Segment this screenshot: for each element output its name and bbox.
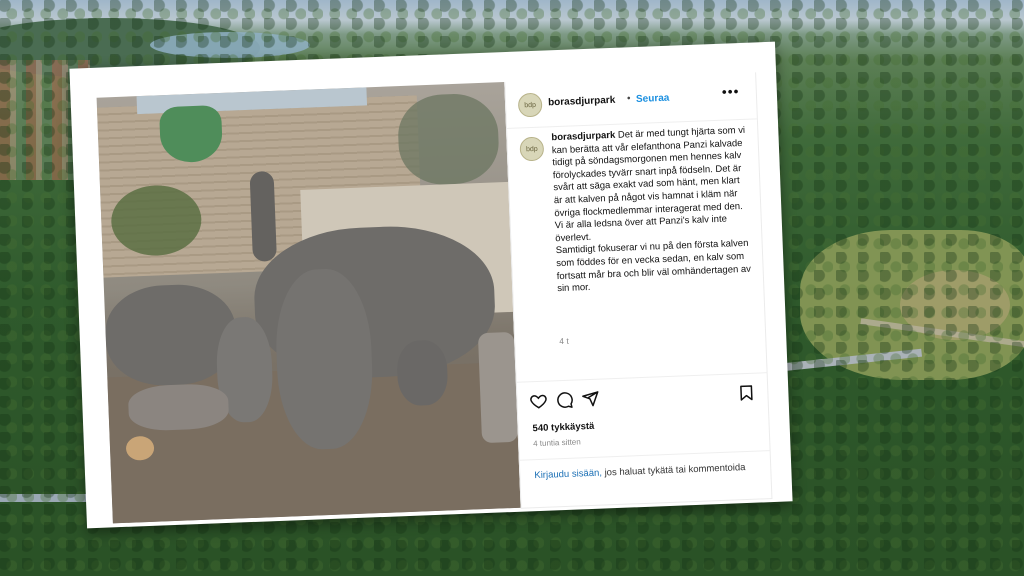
caption-avatar[interactable]: bdp: [519, 136, 545, 162]
login-prompt-rest: jos haluat tykätä tai kommentoida: [601, 462, 746, 479]
post-caption: borasdjurpark Det är med tungt hjärta so…: [551, 125, 753, 296]
bookmark-icon[interactable]: [737, 384, 756, 403]
header-separator: •: [626, 93, 631, 105]
photo-post: [477, 331, 519, 444]
photo-elephant-baby: [396, 339, 449, 407]
comment-icon[interactable]: [555, 391, 574, 410]
avatar[interactable]: bdp: [517, 92, 543, 118]
post-sidebar: bdp borasdjurpark • Seuraa ••• bdp boras…: [504, 72, 773, 509]
caption-username[interactable]: borasdjurpark: [551, 130, 615, 143]
follow-button[interactable]: Seuraa: [636, 93, 670, 105]
caption-text-2: Samtidigt fokuserar vi nu på den första …: [555, 238, 752, 295]
more-icon[interactable]: •••: [721, 83, 739, 100]
heart-icon[interactable]: [529, 392, 548, 411]
login-prompt-text: Kirjaudu sisään, jos haluat tykätä tai k…: [534, 462, 759, 483]
post-card: bdp borasdjurpark • Seuraa ••• bdp boras…: [69, 41, 793, 529]
photo-tree: [396, 92, 501, 187]
caption-time: 4 t: [559, 335, 569, 347]
post-actions: [516, 372, 769, 423]
login-link[interactable]: Kirjaudu sisään,: [534, 468, 602, 482]
avatar-text: bdp: [524, 101, 537, 109]
likes-count[interactable]: 540 tykkäystä: [532, 421, 594, 434]
photo-rock: [127, 382, 230, 432]
post-photo-elephants: [96, 82, 521, 524]
posted-time: 4 tuntia sitten: [532, 437, 581, 449]
share-icon[interactable]: [581, 390, 600, 409]
instagram-post-screenshot: bdp borasdjurpark • Seuraa ••• bdp boras…: [69, 41, 793, 529]
login-prompt: Kirjaudu sisään, jos haluat tykätä tai k…: [519, 450, 772, 509]
header-username[interactable]: borasdjurpark: [548, 95, 616, 109]
caption-text: Det är med tungt hjärta som vi kan berät…: [551, 124, 746, 244]
photo-elephant-trunk: [249, 170, 277, 262]
post-header: bdp borasdjurpark • Seuraa •••: [505, 72, 757, 129]
caption-avatar-text: bdp: [525, 145, 538, 153]
